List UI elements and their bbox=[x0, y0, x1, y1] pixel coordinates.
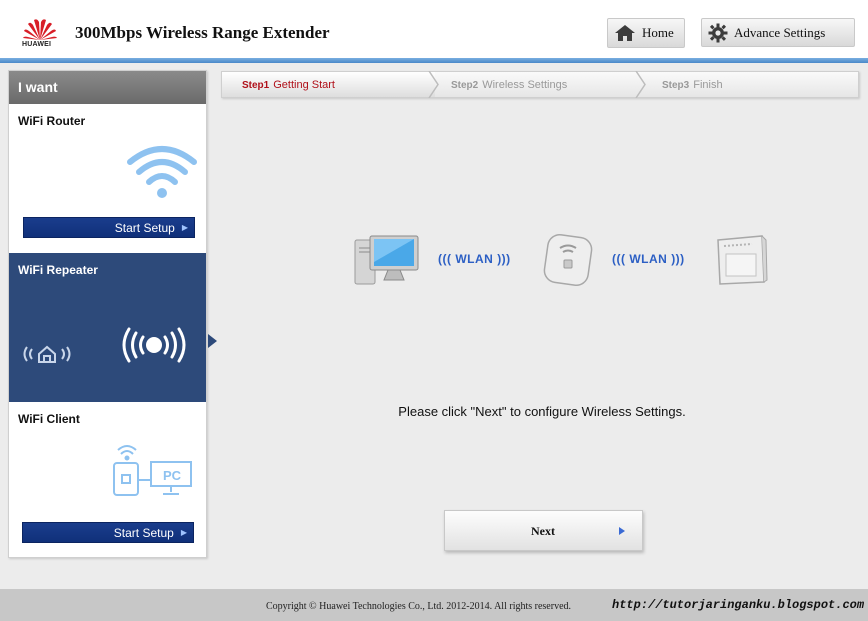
header: HUAWEI 300Mbps Wireless Range Extender H… bbox=[0, 0, 868, 60]
play-arrow-icon: ▶ bbox=[180, 528, 187, 537]
mode-wifi-repeater-label: WiFi Repeater bbox=[18, 263, 98, 277]
client-start-setup-button[interactable]: Start Setup ▶ bbox=[22, 522, 194, 543]
connection-diagram: ((( WLAN ))) ((( WLAN ))) bbox=[350, 228, 770, 292]
step-1-number: Step1 bbox=[242, 80, 270, 91]
step-separator-icon bbox=[635, 71, 646, 98]
app-title: 300Mbps Wireless Range Extender bbox=[75, 23, 330, 42]
step-2-number: Step2 bbox=[451, 80, 479, 91]
play-arrow-icon: ▶ bbox=[181, 223, 188, 232]
repeater-signal-icon bbox=[122, 327, 186, 363]
instruction-text: Please click "Next" to configure Wireles… bbox=[398, 404, 686, 419]
brand-text: HUAWEI bbox=[22, 41, 52, 48]
home-wifi-icon bbox=[23, 345, 71, 363]
router-icon bbox=[717, 235, 768, 285]
next-button-label: Next bbox=[531, 524, 555, 538]
play-arrow-icon bbox=[619, 527, 625, 535]
header-divider bbox=[0, 58, 868, 63]
step-2: Step2 Wireless Settings bbox=[451, 79, 567, 91]
client-start-setup-label: Start Setup bbox=[113, 525, 174, 540]
footer: Copyright © Huawei Technologies Co., Ltd… bbox=[0, 589, 868, 621]
mode-wifi-client[interactable]: WiFi Client PC Start Setup ▶ bbox=[9, 402, 206, 557]
wifi-signal-icon bbox=[127, 146, 197, 198]
step-3-label: Finish bbox=[693, 79, 723, 91]
advance-settings-label: Advance Settings bbox=[734, 24, 826, 40]
svg-text:PC: PC bbox=[163, 468, 182, 483]
mode-wifi-client-label: WiFi Client bbox=[18, 412, 80, 426]
home-button-label: Home bbox=[642, 25, 674, 40]
mode-wifi-repeater[interactable]: WiFi Repeater bbox=[9, 253, 206, 402]
step-1-label: Getting Start bbox=[273, 79, 335, 91]
watermark-text: http://tutorjaringanku.blogspot.com bbox=[612, 598, 865, 612]
home-button[interactable]: Home bbox=[607, 18, 685, 48]
step-1: Step1 Getting Start bbox=[242, 79, 335, 91]
wlan-link-1: ((( WLAN ))) bbox=[438, 252, 511, 266]
gear-icon bbox=[708, 23, 728, 42]
computer-icon bbox=[354, 235, 419, 285]
wlan-label-1: WLAN bbox=[455, 252, 494, 266]
mode-wifi-router[interactable]: WiFi Router Start Setup ▶ bbox=[9, 104, 206, 253]
next-button[interactable]: Next bbox=[444, 510, 643, 551]
advance-settings-button[interactable]: Advance Settings bbox=[701, 18, 855, 47]
mode-sidebar: I want WiFi Router Start Setup ▶ WiFi Re… bbox=[8, 70, 207, 558]
wifi-waves-right-icon: ))) bbox=[671, 252, 685, 266]
selected-mode-arrow-icon bbox=[208, 334, 217, 348]
router-start-setup-button[interactable]: Start Setup ▶ bbox=[23, 217, 195, 238]
mode-wifi-router-label: WiFi Router bbox=[18, 114, 86, 128]
wifi-waves-right-icon: ))) bbox=[497, 252, 511, 266]
step-separator-icon bbox=[428, 71, 439, 98]
home-icon bbox=[615, 25, 635, 41]
step-progress-bar: Step1 Getting Start Step2 Wireless Setting… bbox=[221, 71, 859, 98]
copyright-text: Copyright © Huawei Technologies Co., Ltd… bbox=[266, 601, 572, 612]
sidebar-heading: I want bbox=[9, 71, 206, 104]
step-3-number: Step3 bbox=[662, 80, 690, 91]
wifi-waves-left-icon: ((( bbox=[438, 252, 452, 266]
step-2-label: Wireless Settings bbox=[482, 79, 568, 91]
wifi-waves-left-icon: ((( bbox=[612, 252, 626, 266]
extender-icon bbox=[543, 233, 593, 287]
router-start-setup-label: Start Setup bbox=[114, 220, 175, 235]
wlan-label-2: WLAN bbox=[629, 252, 668, 266]
client-pc-icon: PC bbox=[113, 445, 192, 496]
wlan-link-2: ((( WLAN ))) bbox=[612, 252, 685, 266]
step-3: Step3 Finish bbox=[662, 79, 723, 91]
